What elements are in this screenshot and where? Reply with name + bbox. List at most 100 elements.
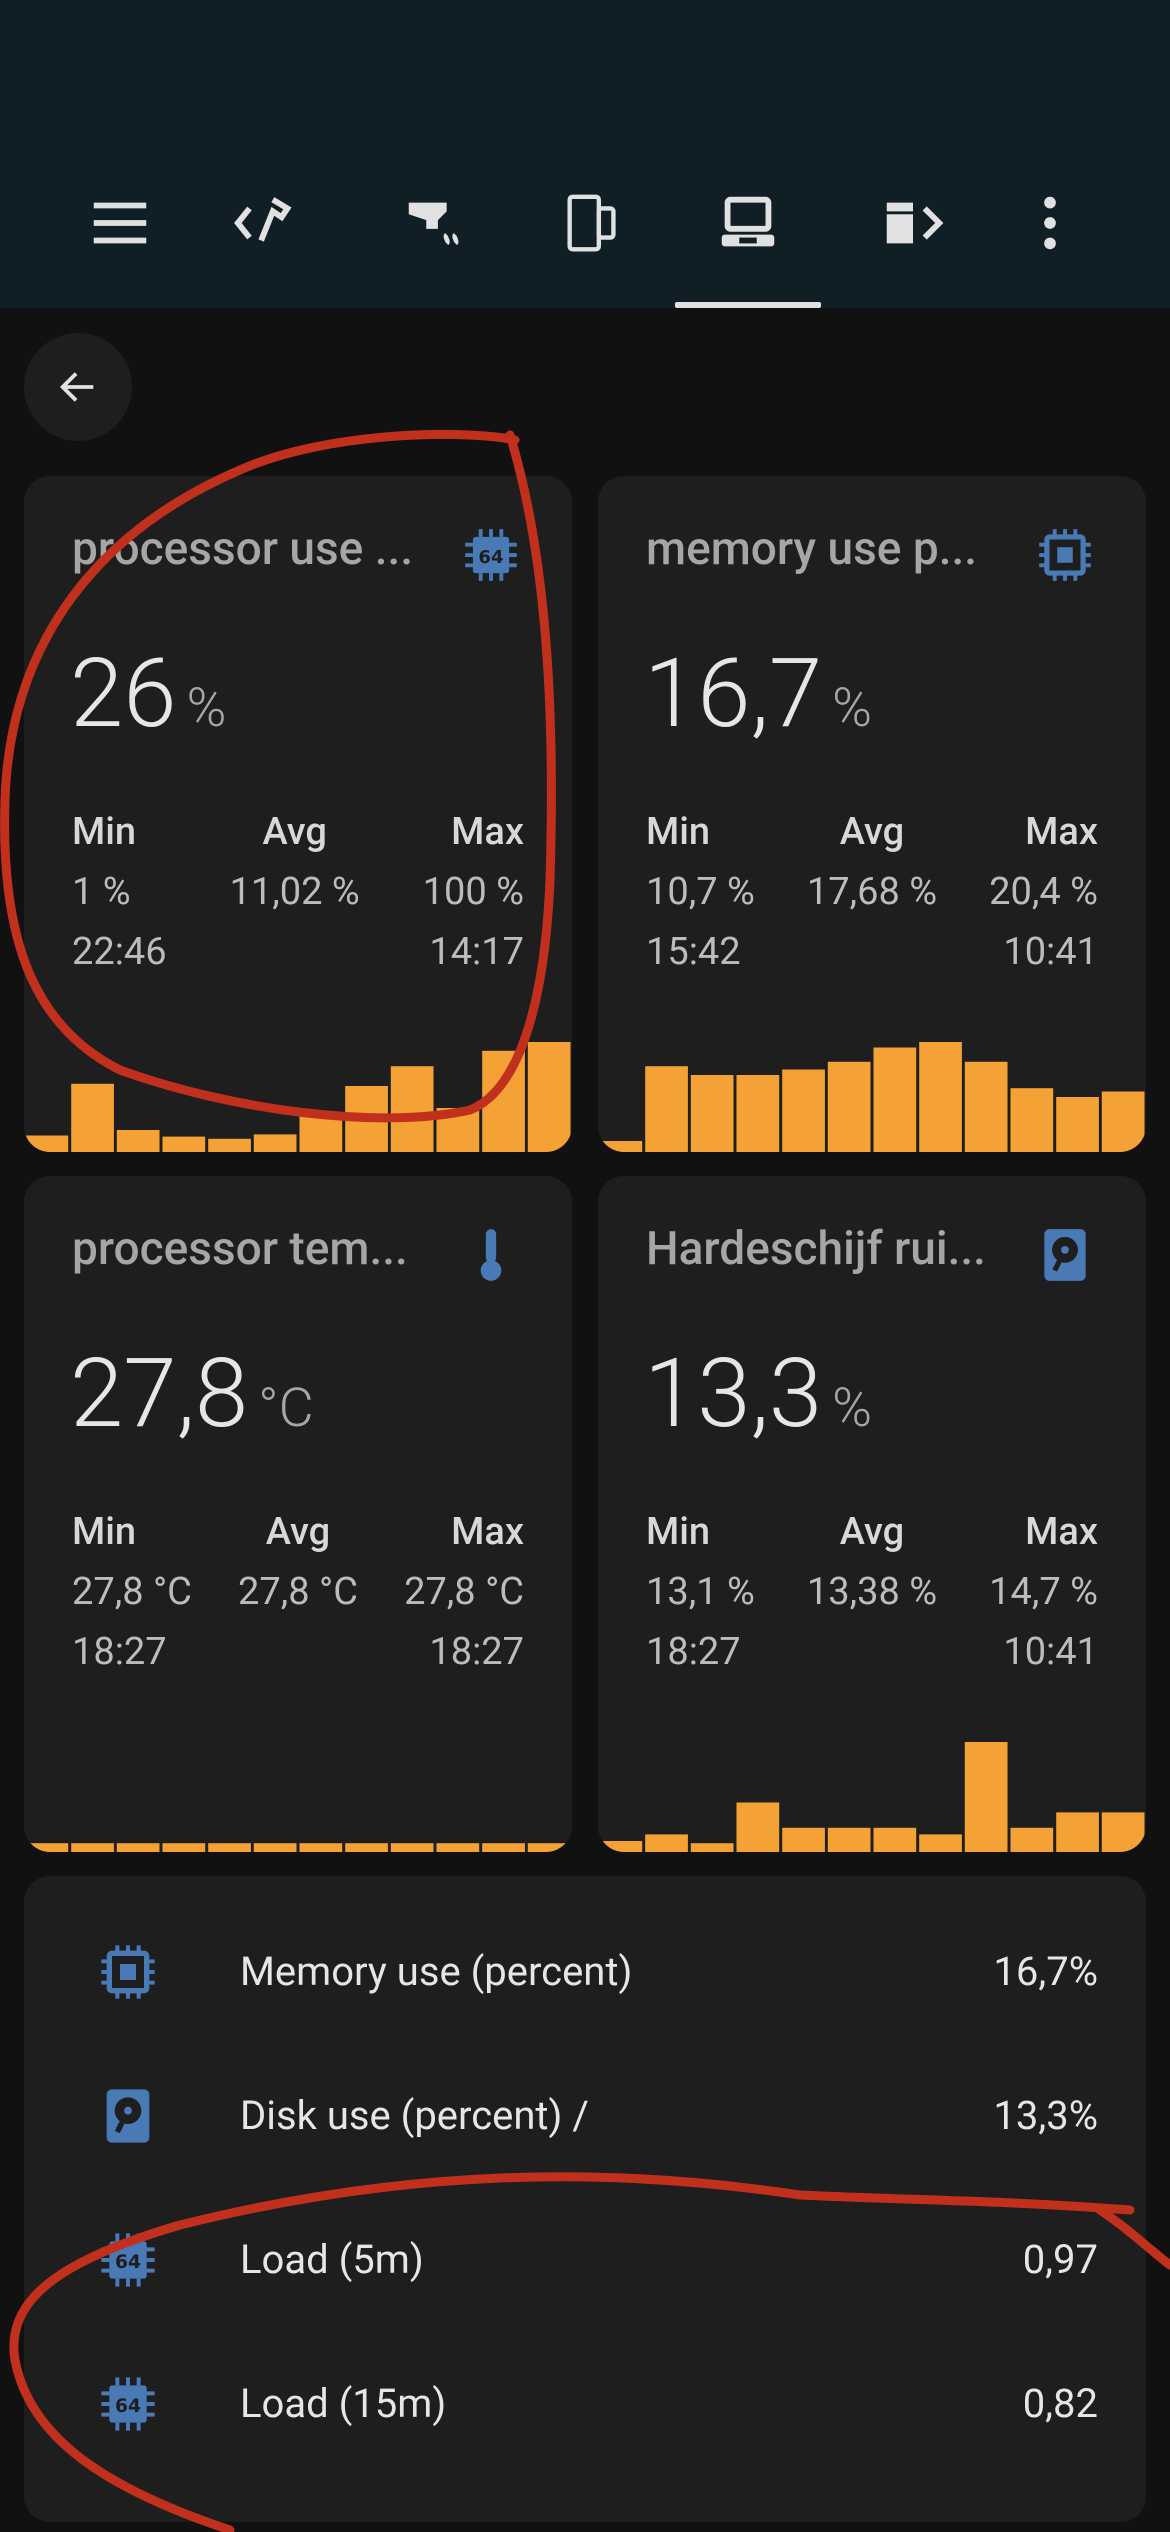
card-stats: Min 1 % 22:46 Avg 11,02 % Max 100 % 14:17 [72,810,524,990]
entity-label: Load (15m) [240,2380,447,2427]
entity-label: Load (5m) [240,2236,424,2283]
arrow-left-icon [59,372,94,402]
history-bar [782,1069,825,1152]
card-unit: °C [258,1377,314,1440]
stat-max-label: Max [1025,810,1098,854]
stat-avg-label: Avg [839,810,905,854]
card-title: memory use p... [646,522,978,576]
history-bar [208,1138,251,1152]
history-bar [527,1042,571,1152]
stat-max-time: 18:27 [429,1630,524,1674]
stat-max-value: 20,4 % [989,870,1098,914]
history-bar [736,1802,780,1852]
sensor-card-processor-temperature[interactable]: processor tem... 27,8 °C Min 27,8 °C 18:27 … [24,1176,572,1852]
stat-min-time: 22:46 [72,930,167,974]
history-bar-graph [599,1742,1145,1852]
stat-min-time: 18:27 [72,1630,167,1674]
history-bar [1101,1812,1145,1852]
entity-value: 0,97 [1022,2236,1098,2283]
history-bar [919,1834,962,1852]
card-unit: % [832,677,873,740]
card-stats: Min 27,8 °C 18:27 Avg 27,8 °C Max 27,8 °C 18:… [72,1510,524,1690]
history-bar [1056,1097,1099,1152]
history-bar-graph [25,1042,571,1152]
tab-door-window[interactable] [548,178,638,268]
history-bar [827,1827,871,1852]
history-bar [964,1742,1008,1852]
stat-min-label: Min [72,810,137,854]
history-bar [390,1066,434,1152]
history-bar [436,1843,480,1852]
history-bar [116,1843,160,1852]
entities-card: Memory use (percent) 16,7% Disk use (per… [24,1876,1146,2522]
history-bar [690,1075,734,1152]
tab-server-chevron-right[interactable] [868,178,958,268]
tab-faucet[interactable] [390,178,480,268]
stat-avg-value: 11,02 % [229,870,360,914]
cpu-64-icon: 64 [96,2228,160,2292]
card-value: 13,3% [644,1338,873,1450]
chip-icon [96,1940,160,2004]
cpu-64-icon: 64 [96,2372,160,2436]
card-stats: Min 10,7 % 15:42 Avg 17,68 % Max 20,4 % 10:41 [646,810,1098,990]
card-value: 16,7% [644,638,873,750]
history-bar [71,1843,114,1852]
svg-text:64: 64 [115,2396,141,2417]
history-bar [253,1843,297,1852]
history-bar [116,1130,160,1152]
back-button[interactable] [24,333,132,441]
entity-row-disk-use[interactable]: Disk use (percent) / 13,3% [24,2066,1146,2166]
card-unit: % [832,1377,873,1440]
card-title: processor use ... [72,522,414,576]
stat-min-label: Min [646,1510,711,1554]
tab-chevron-left-hammer[interactable] [222,178,312,268]
stat-min-label: Min [646,810,711,854]
stat-min-label: Min [72,1510,137,1554]
svg-text:64: 64 [478,547,503,568]
entity-value: 13,3% [993,2092,1098,2139]
history-bar [599,1841,643,1852]
entity-row-load-15m[interactable]: 64 Load (15m) 0,82 [24,2354,1146,2454]
stat-avg-label: Avg [839,1510,905,1554]
app-toolbar [0,0,1170,308]
harddisk-icon [1034,1224,1096,1286]
history-bar [964,1061,1008,1152]
stat-max-value: 100 % [422,870,524,914]
history-bar [1010,1088,1054,1152]
stat-avg-label: Avg [265,1510,331,1554]
entity-row-load-5m[interactable]: 64 Load (5m) 0,97 [24,2210,1146,2310]
stat-avg-label: Avg [262,810,327,854]
stat-min-value: 27,8 °C [72,1570,192,1614]
stat-min-value: 13,1 % [646,1570,755,1614]
history-bar [162,1843,206,1852]
history-bar [645,1066,688,1152]
history-bar [345,1843,388,1852]
sensor-card-memory-use[interactable]: memory use p... 16,7% Min 10,7 % 15:42 Avg… [598,476,1146,1152]
stat-max-label: Max [451,810,524,854]
history-bar [482,1050,525,1152]
history-bar [436,1108,480,1152]
chip-icon [1034,524,1096,586]
sensor-card-processor-use[interactable]: processor use ... 64 26% Min 1 % 22:46 Avg… [24,476,572,1152]
history-bar [736,1075,780,1152]
card-title: Hardeschijf rui... [646,1222,986,1276]
card-value: 26% [70,638,227,750]
stat-max-time: 10:41 [1003,1630,1098,1674]
sensor-card-disk-space[interactable]: Hardeschijf rui... 13,3% Min 13,1 % 18:27 … [598,1176,1146,1852]
stat-min-value: 10,7 % [646,870,755,914]
cpu-64-icon: 64 [460,524,522,586]
stat-max-time: 14:17 [429,930,524,974]
stat-max-time: 10:41 [1003,930,1098,974]
entity-value: 16,7% [993,1948,1098,1995]
tab-laptop[interactable] [703,178,793,268]
card-value: 27,8 °C [70,1338,314,1450]
history-bar [390,1843,434,1852]
history-bar [1056,1812,1099,1852]
more-vertical-icon[interactable] [1005,178,1095,268]
stat-min-value: 1 % [72,870,131,914]
history-bar [253,1134,297,1152]
entity-row-memory-use[interactable]: Memory use (percent) 16,7% [24,1922,1146,2022]
menu-icon[interactable] [75,178,165,268]
entity-label: Disk use (percent) / [240,2092,589,2139]
entity-value: 0,82 [1022,2380,1098,2427]
